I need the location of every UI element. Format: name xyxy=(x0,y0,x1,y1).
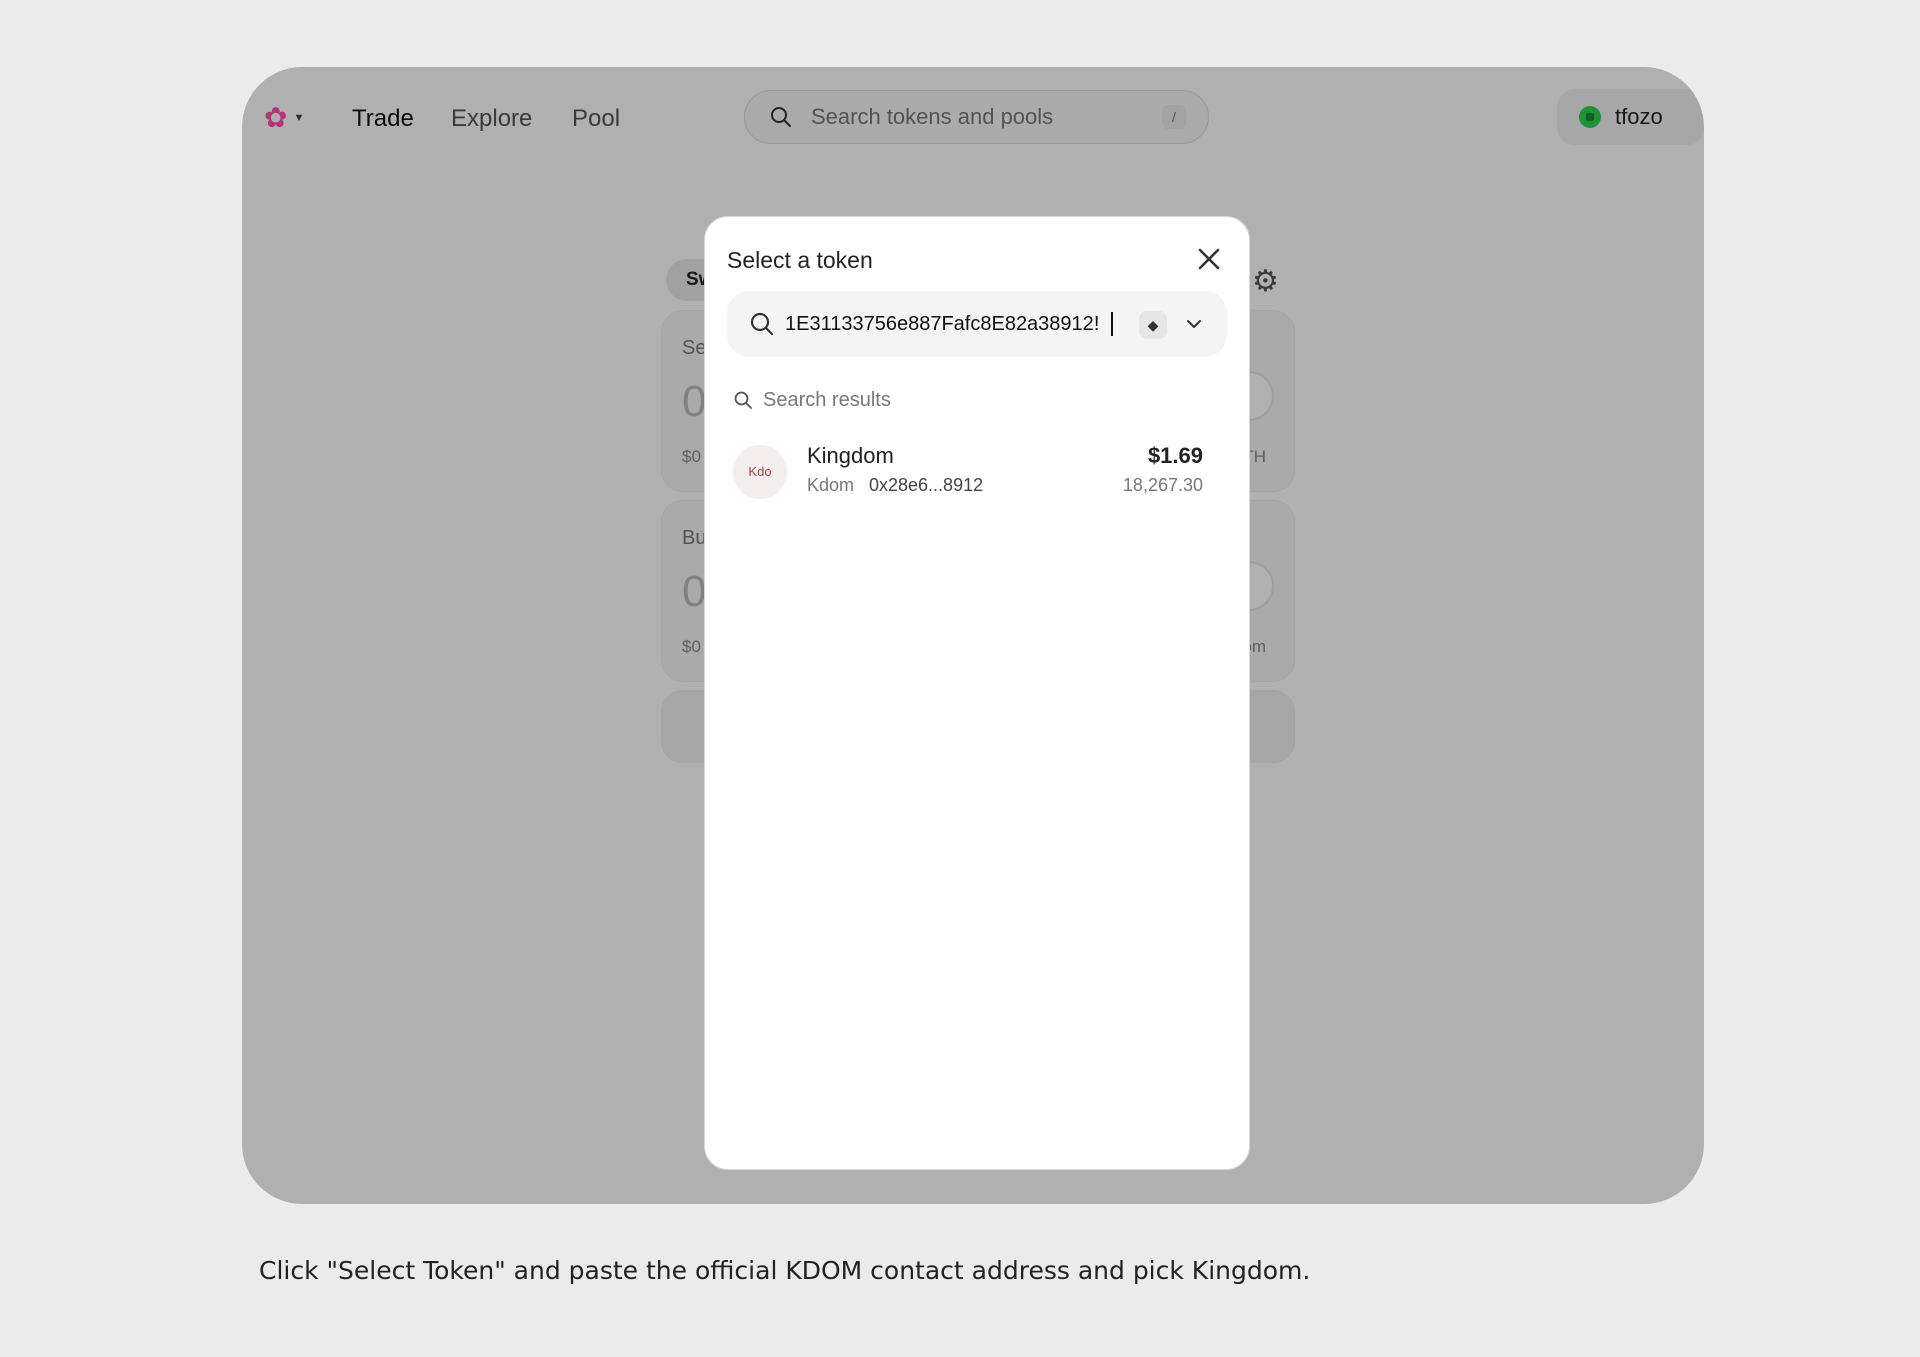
token-name: Kingdom xyxy=(807,443,894,468)
token-logo: Kdo xyxy=(733,445,787,499)
search-results-label: Search results xyxy=(763,388,891,411)
token-symbol: Kdom xyxy=(807,475,855,495)
select-token-modal: Select a token ◆ Search results xyxy=(704,216,1250,1170)
token-balance: 18,267.30 xyxy=(1122,475,1203,495)
instruction-caption: Click "Select Token" and paste the offic… xyxy=(259,1256,1311,1285)
text-cursor xyxy=(1111,312,1113,336)
app-window: ✿ ▼ Trade Explore Pool Search tokens and… xyxy=(242,67,1704,1204)
search-icon xyxy=(750,312,774,336)
token-result-kingdom[interactable]: Kdo Kingdom Kdom 0x28e6...8912 $1.69 18,… xyxy=(725,439,1231,507)
search-icon xyxy=(734,391,752,409)
token-search-input[interactable] xyxy=(785,312,1115,336)
close-icon[interactable] xyxy=(1193,243,1225,275)
token-search-field[interactable]: ◆ xyxy=(727,291,1227,357)
modal-title: Select a token xyxy=(727,247,873,273)
chevron-down-icon[interactable] xyxy=(1183,313,1205,335)
search-results-header: Search results xyxy=(733,387,891,413)
token-address: 0x28e6...8912 xyxy=(869,475,984,495)
ethereum-icon[interactable]: ◆ xyxy=(1139,311,1167,339)
token-price: $1.69 xyxy=(1147,443,1203,468)
